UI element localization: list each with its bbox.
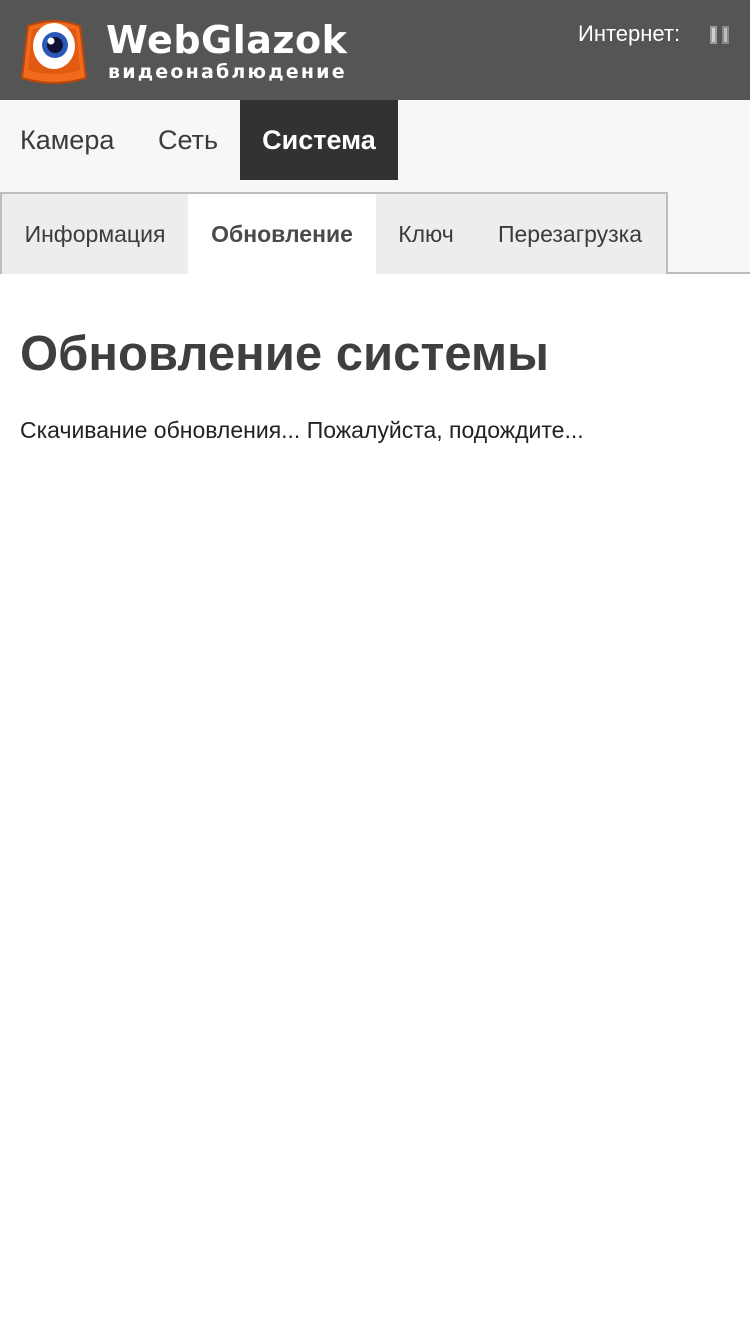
brand-name: WebGlazok bbox=[106, 18, 348, 62]
tab-information[interactable]: Информация bbox=[2, 194, 188, 274]
nav-item-system[interactable]: Система bbox=[240, 100, 398, 180]
tab-update[interactable]: Обновление bbox=[188, 194, 376, 274]
nav-item-camera[interactable]: Камера bbox=[20, 100, 114, 180]
brand-tagline: видеонаблюдение bbox=[108, 61, 347, 83]
tab-reboot[interactable]: Перезагрузка bbox=[476, 194, 664, 274]
header-bar: WebGlazok видеонаблюдение Интернет: bbox=[0, 0, 750, 100]
tab-key[interactable]: Ключ bbox=[376, 194, 476, 274]
page-title: Обновление системы bbox=[20, 327, 550, 381]
camera-eye-logo-icon bbox=[20, 20, 88, 84]
main-nav: Камера Сеть Система bbox=[0, 100, 750, 180]
update-status-text: Скачивание обновления... Пожалуйста, под… bbox=[20, 417, 584, 443]
internet-status-label: Интернет: bbox=[578, 21, 681, 46]
nav-item-network[interactable]: Сеть bbox=[158, 100, 218, 180]
signal-strength-icon bbox=[710, 26, 729, 44]
